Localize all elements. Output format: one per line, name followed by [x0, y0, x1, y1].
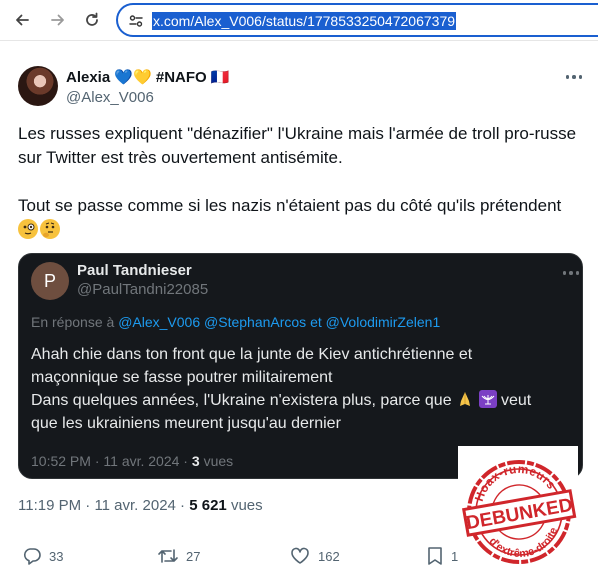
menorah-emoji [478, 390, 497, 408]
folded-hands-emoji [460, 392, 471, 406]
reply-to-prefix: En réponse à [31, 314, 115, 330]
quoted-text-line-2: Dans quelques années, l'Ukraine n'existe… [31, 389, 561, 435]
quoted-more-options-button[interactable] [559, 266, 583, 280]
like-button[interactable]: 162 [289, 545, 340, 567]
author-username[interactable]: @Alex_V006 [66, 89, 154, 106]
quoted-text-line-2-a: Dans quelques années, l'Ukraine n'existe… [31, 392, 452, 409]
reply-count: 33 [49, 548, 64, 564]
quoted-views-count: 3 [191, 453, 200, 469]
more-dots-icon [565, 75, 570, 79]
mention-link[interactable]: @StephanArcos [204, 314, 306, 330]
url-text[interactable]: x.com/Alex_V006/status/17785332504720673… [152, 12, 457, 30]
heart-icon [291, 547, 309, 564]
quoted-date[interactable]: 11 avr. 2024 [103, 453, 179, 469]
tweet-meta: 11:19 PM · 11 avr. 2024 · 5 621 vues [18, 497, 263, 514]
bookmark-button[interactable]: 1 [426, 545, 458, 567]
monocle-face-emoji [18, 219, 38, 239]
quoted-tweet-meta: 10:52 PM · 11 avr. 2024 · 3 vues [31, 453, 234, 469]
back-button[interactable] [10, 8, 34, 32]
site-settings-icon[interactable] [128, 13, 144, 29]
arrow-left-icon [16, 14, 29, 26]
quoted-time[interactable]: 10:52 PM [31, 453, 91, 469]
mention-link[interactable]: @VolodimirZelen1 [326, 314, 441, 330]
quoted-author-username[interactable]: @PaulTandni22085 [77, 281, 208, 298]
tweet-text: Les russes expliquent "dénazifier" l'Ukr… [18, 122, 578, 242]
arrow-right-icon [51, 14, 64, 26]
more-options-button[interactable] [562, 68, 586, 86]
reload-button[interactable] [80, 8, 104, 32]
quoted-views-label: vues [203, 453, 234, 469]
retweet-icon [158, 549, 178, 563]
address-bar[interactable]: x.com/Alex_V006/status/17785332504720673… [116, 3, 598, 37]
quoted-author-avatar[interactable]: P [31, 262, 69, 300]
quoted-text-line-1: Ahah chie dans ton front que la junte de… [31, 346, 473, 386]
mention-link[interactable]: @Alex_V006 [118, 314, 200, 330]
reply-to-line: En réponse à @Alex_V006 @StephanArcos et… [31, 314, 440, 330]
thinking-face-emoji [40, 219, 60, 239]
mention-conjunction: et [310, 314, 322, 330]
tweet-views-count: 5 621 [189, 497, 227, 514]
reply-button[interactable]: 33 [22, 545, 63, 567]
debunked-stamp: Hoax-rumeurs d'extrême-droite DEBUNKED [461, 455, 577, 566]
browser-toolbar: x.com/Alex_V006/status/17785332504720673… [0, 0, 598, 41]
tweet-views-label: vues [230, 497, 263, 514]
tweet-date[interactable]: 11 avr. 2024 [94, 497, 175, 514]
author-avatar[interactable] [18, 66, 58, 106]
retweet-button[interactable]: 27 [157, 545, 200, 567]
author-display-name[interactable]: Alexia 💙💛 #NAFO 🇫🇷 [66, 68, 230, 86]
quoted-tweet-text: Ahah chie dans ton front que la junte de… [31, 343, 561, 435]
tweet-text-paragraph-2: Tout se passe comme si les nazis n'étaie… [18, 194, 578, 242]
reply-icon [23, 548, 41, 565]
more-dots-icon [562, 271, 567, 275]
bookmark-icon [428, 547, 442, 565]
tweet-time[interactable]: 11:19 PM [18, 497, 81, 514]
retweet-count: 27 [186, 548, 201, 564]
like-count: 162 [318, 548, 340, 564]
tweet-text-paragraph-1: Les russes expliquent "dénazifier" l'Ukr… [18, 124, 577, 167]
reload-icon [86, 12, 98, 26]
forward-button[interactable] [46, 8, 70, 32]
tweet-text-paragraph-2-text: Tout se passe comme si les nazis n'étaie… [18, 196, 562, 215]
quoted-author-display-name[interactable]: Paul Tandnieser [77, 262, 192, 279]
